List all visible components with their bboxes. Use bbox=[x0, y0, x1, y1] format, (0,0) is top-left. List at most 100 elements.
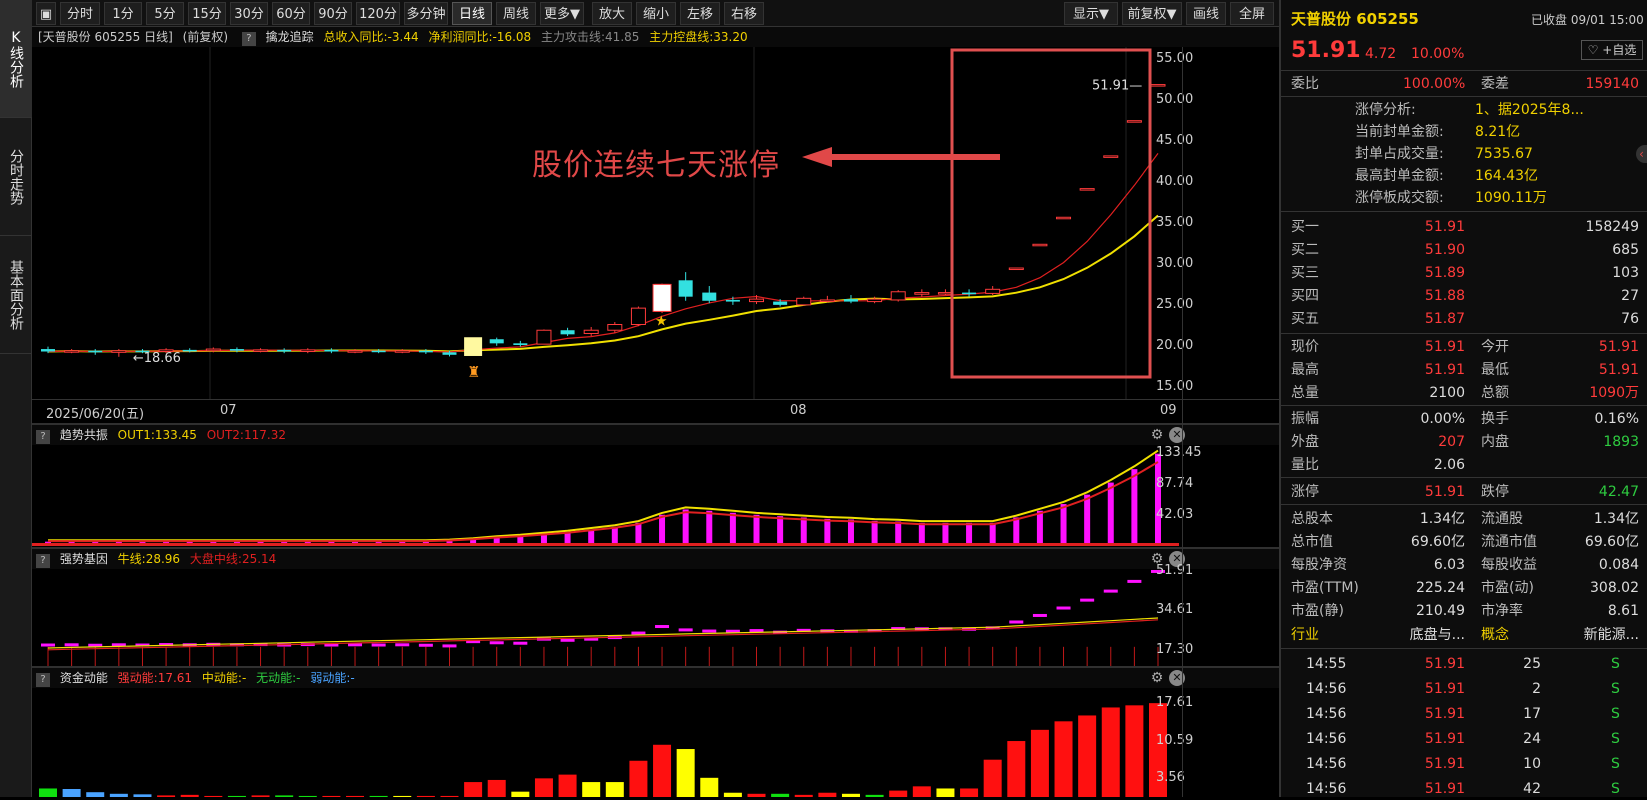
candle[interactable] bbox=[1008, 267, 1024, 271]
zoom-out-button[interactable]: 缩小 bbox=[636, 2, 676, 25]
gene-mark bbox=[1103, 589, 1118, 593]
candlestick-chart[interactable]: ♜ ★ ←18.66 51.91— bbox=[32, 47, 1279, 399]
candle[interactable] bbox=[324, 348, 339, 354]
trend-bar bbox=[659, 514, 666, 543]
add-favorite-button[interactable]: ♡ +自选 bbox=[1581, 40, 1643, 60]
gene-mark bbox=[631, 631, 646, 635]
candle[interactable] bbox=[630, 306, 646, 327]
tick-volume: 24 bbox=[1523, 731, 1541, 747]
sidebar-toggle-icon[interactable]: ▣ bbox=[36, 2, 56, 25]
candle[interactable] bbox=[1126, 120, 1142, 123]
period-30min-button[interactable]: 30分 bbox=[230, 2, 268, 25]
move-left-button[interactable]: 左移 bbox=[680, 2, 720, 25]
period-multi-min-button[interactable]: 多分钟 bbox=[404, 2, 448, 25]
concept-value[interactable]: 新能源... bbox=[1561, 624, 1639, 646]
fullscreen-button[interactable]: 全屏 bbox=[1230, 2, 1274, 25]
candle[interactable] bbox=[702, 286, 717, 304]
help-icon[interactable]: ? bbox=[36, 430, 50, 444]
limit-up-value: 51.91 bbox=[1424, 484, 1465, 500]
candle[interactable] bbox=[1056, 216, 1072, 220]
y-tick-label: 87.74 bbox=[1156, 476, 1194, 492]
capital-momentum-chart bbox=[39, 703, 1167, 797]
market-status: 已收盘 09/01 15:00 bbox=[1531, 13, 1644, 27]
display-menu-button[interactable]: 显示▼ bbox=[1064, 2, 1118, 25]
bid-price[interactable]: 51.88 bbox=[1403, 285, 1465, 307]
limit-down-label: 跌停 bbox=[1481, 484, 1509, 500]
stat-value: 69.60亿 bbox=[1410, 534, 1465, 550]
gene-mark bbox=[560, 638, 575, 642]
candle[interactable] bbox=[1079, 188, 1095, 191]
industry-value[interactable]: 底盘与... bbox=[1403, 624, 1465, 646]
candle[interactable] bbox=[914, 289, 930, 297]
candle[interactable] bbox=[962, 289, 977, 297]
candle[interactable] bbox=[489, 337, 504, 346]
tick-side: S bbox=[1611, 756, 1620, 772]
adjust-mode-button[interactable]: 前复权▼ bbox=[1122, 2, 1182, 25]
candle[interactable] bbox=[253, 348, 269, 353]
bid-price[interactable]: 51.91 bbox=[1403, 216, 1465, 238]
draw-line-button[interactable]: 画线 bbox=[1186, 2, 1226, 25]
candle[interactable] bbox=[300, 348, 316, 354]
gene-mark bbox=[418, 643, 433, 647]
help-icon[interactable]: ? bbox=[36, 554, 50, 568]
help-icon[interactable]: ? bbox=[36, 673, 50, 687]
candle[interactable] bbox=[277, 348, 292, 354]
gear-icon[interactable]: ⚙ bbox=[1149, 427, 1165, 443]
stat-label: 最高 bbox=[1291, 362, 1319, 378]
candle[interactable] bbox=[890, 290, 906, 302]
panel3-mid: 大盘中线:25.14 bbox=[189, 552, 277, 566]
period-weekly-button[interactable]: 周线 bbox=[496, 2, 536, 25]
gene-mark bbox=[1080, 598, 1095, 602]
period-60min-button[interactable]: 60分 bbox=[272, 2, 310, 25]
candle[interactable] bbox=[560, 327, 575, 336]
stat-label: 总额 bbox=[1481, 385, 1509, 401]
stat-value: 69.60亿 bbox=[1584, 534, 1639, 550]
current-price: 51.91 bbox=[1291, 38, 1361, 63]
candle[interactable] bbox=[583, 326, 599, 336]
stat-label: 每股收益 bbox=[1481, 557, 1537, 573]
gene-mark bbox=[64, 643, 79, 647]
stat-label: 量比 bbox=[1291, 457, 1319, 473]
candle[interactable] bbox=[536, 329, 552, 345]
gear-icon[interactable]: ⚙ bbox=[1149, 670, 1165, 686]
period-90min-button[interactable]: 90分 bbox=[314, 2, 352, 25]
candle[interactable] bbox=[819, 295, 835, 303]
candle[interactable] bbox=[843, 295, 858, 304]
candle[interactable] bbox=[64, 349, 80, 354]
candle[interactable] bbox=[111, 349, 127, 357]
move-right-button[interactable]: 右移 bbox=[724, 2, 764, 25]
candle[interactable] bbox=[985, 286, 1001, 296]
bid-price[interactable]: 51.90 bbox=[1403, 239, 1465, 261]
more-periods-button[interactable]: 更多▼ bbox=[540, 2, 584, 25]
zoom-in-button[interactable]: 放大 bbox=[592, 2, 632, 25]
panel3-info-bar: ? 强势基因 牛线:28.96 大盘中线:25.14 bbox=[32, 549, 1279, 569]
candle[interactable] bbox=[1150, 84, 1166, 87]
bid-volume: 103 bbox=[1612, 265, 1639, 281]
candle[interactable] bbox=[678, 272, 693, 301]
bid-price[interactable]: 51.87 bbox=[1403, 308, 1465, 330]
tab-kline[interactable]: K线分析 bbox=[0, 0, 32, 118]
ma-line-yellow bbox=[47, 214, 1159, 353]
candle[interactable] bbox=[88, 349, 103, 355]
bid-price[interactable]: 51.89 bbox=[1403, 262, 1465, 284]
collapse-handle[interactable]: ‹ bbox=[1636, 145, 1647, 163]
trend-bar bbox=[729, 512, 736, 543]
period-5min-button[interactable]: 5分 bbox=[146, 2, 184, 25]
concept-label: 概念 bbox=[1481, 627, 1509, 643]
stat-value bbox=[1561, 454, 1639, 476]
tick-side: S bbox=[1611, 706, 1620, 722]
stat-label: 流通市值 bbox=[1481, 534, 1537, 550]
period-daily-button[interactable]: 日线 bbox=[452, 2, 492, 25]
candle[interactable] bbox=[1032, 243, 1048, 247]
candle[interactable] bbox=[1103, 155, 1119, 158]
help-icon[interactable]: ? bbox=[241, 32, 256, 46]
period-15min-button[interactable]: 15分 bbox=[188, 2, 226, 25]
candle[interactable] bbox=[867, 296, 883, 304]
candle[interactable] bbox=[937, 289, 953, 296]
tab-fundamentals[interactable]: 基本面分析 bbox=[0, 236, 32, 354]
tab-intraday[interactable]: 分时走势 bbox=[0, 118, 32, 236]
period-intraday-button[interactable]: 分时 bbox=[60, 2, 100, 25]
candle[interactable] bbox=[796, 296, 812, 306]
period-1min-button[interactable]: 1分 bbox=[104, 2, 142, 25]
period-120min-button[interactable]: 120分 bbox=[356, 2, 400, 25]
